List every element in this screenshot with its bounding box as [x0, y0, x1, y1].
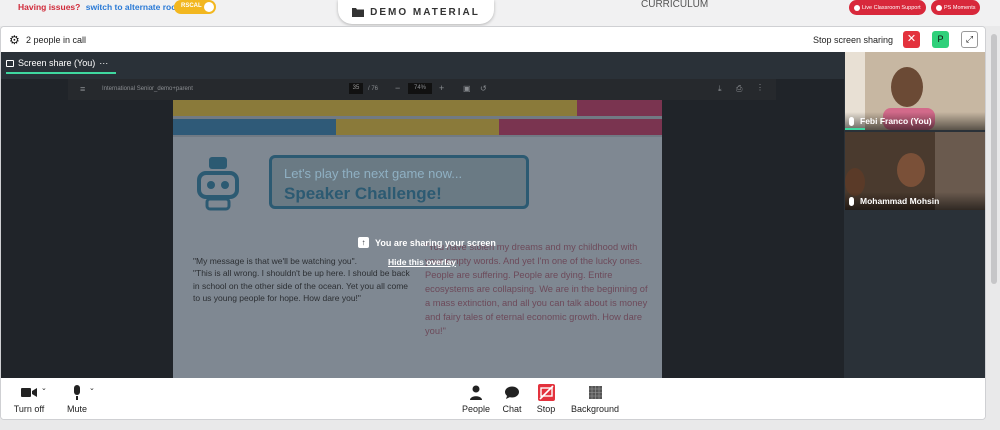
close-icon: ✕ [906, 33, 917, 45]
ps-moments-button[interactable]: PS Moments [931, 0, 981, 15]
folder-icon [352, 8, 365, 17]
background-label: Background [570, 404, 620, 414]
screen-share-stage: Screen share (You) ··· ≡ International S… [1, 52, 985, 378]
people-button[interactable]: People [459, 384, 493, 414]
speaking-indicator [845, 128, 865, 130]
hide-overlay-link[interactable]: Hide this overlay [388, 257, 456, 267]
scrollbar-thumb[interactable] [991, 34, 997, 284]
issues-text: Having issues? [18, 2, 81, 12]
background-grid-icon [588, 386, 602, 399]
chat-button[interactable]: Chat [499, 384, 525, 414]
toggle-label: RSCAL [181, 3, 202, 9]
page-scrollbar[interactable] [988, 26, 1000, 430]
stop-sharing-button[interactable]: ✕ [903, 31, 920, 48]
stop-sharing-label: Stop screen sharing [813, 35, 894, 45]
participant-tile[interactable]: Mohammad Mohsin [845, 132, 985, 210]
stop-share-icon [537, 384, 555, 401]
moments-icon [936, 4, 942, 11]
issues-notice: Having issues? switch to alternate room [18, 2, 184, 12]
mute-label: Mute [66, 404, 87, 414]
camera-label: Turn off [13, 404, 45, 414]
people-count: 2 people in call [26, 35, 87, 45]
stop-label: Stop [536, 404, 556, 414]
people-label: People [461, 404, 491, 414]
room-top-bar: Having issues? switch to alternate room … [0, 0, 1000, 26]
camera-options-chevron-icon[interactable]: ⌄ [41, 384, 47, 392]
chat-label: Chat [502, 404, 522, 414]
live-support-button[interactable]: Live Classroom Support [849, 0, 926, 15]
sharing-notice: ↑ You are sharing your screen [358, 237, 496, 248]
mic-icon [849, 116, 854, 126]
stop-share-button[interactable]: Stop [532, 384, 560, 414]
support-icon [854, 4, 860, 11]
demo-material-button[interactable]: DEMO MATERIAL [338, 0, 494, 24]
curriculum-link[interactable]: CURRICULUM [641, 0, 708, 10]
expand-icon[interactable]: ⤢ [961, 31, 978, 48]
moments-label: PS Moments [944, 4, 976, 11]
mic-icon [849, 196, 854, 206]
p-badge-button[interactable]: P [932, 31, 949, 48]
mute-button[interactable]: Mute [63, 384, 91, 414]
participant-tile[interactable]: Febi Franco (You) [845, 52, 985, 130]
toggle-knob [204, 2, 214, 12]
background-button[interactable]: Background [568, 384, 622, 414]
participant-name-bar: Mohammad Mohsin [845, 192, 985, 210]
camera-icon [21, 388, 37, 397]
demo-material-label: DEMO MATERIAL [370, 6, 480, 18]
settings-gear-icon[interactable]: ⚙ [9, 33, 20, 47]
support-label: Live Classroom Support [862, 4, 921, 11]
alternate-room-link[interactable]: switch to alternate room [86, 2, 184, 12]
sharing-overlay: ↑ You are sharing your screen Hide this … [1, 52, 844, 378]
call-controls-bar: Turn off ⌄ Mute ⌄ People Chat Stop Backg… [1, 378, 985, 419]
microphone-icon [74, 385, 80, 400]
share-screen-icon: ↑ [358, 237, 369, 248]
person-icon [470, 385, 482, 400]
call-header: ⚙ 2 people in call Stop screen sharing ✕… [1, 27, 985, 52]
chat-icon [505, 386, 519, 399]
participant-name: Mohammad Mohsin [860, 196, 940, 206]
participant-name-bar: Febi Franco (You) [845, 112, 985, 130]
sharing-text: You are sharing your screen [375, 237, 496, 248]
mic-options-chevron-icon[interactable]: ⌄ [89, 384, 95, 392]
video-call-window: ⚙ 2 people in call Stop screen sharing ✕… [0, 26, 986, 420]
rscal-toggle[interactable]: RSCAL [174, 0, 216, 14]
participant-name: Febi Franco (You) [860, 116, 932, 126]
